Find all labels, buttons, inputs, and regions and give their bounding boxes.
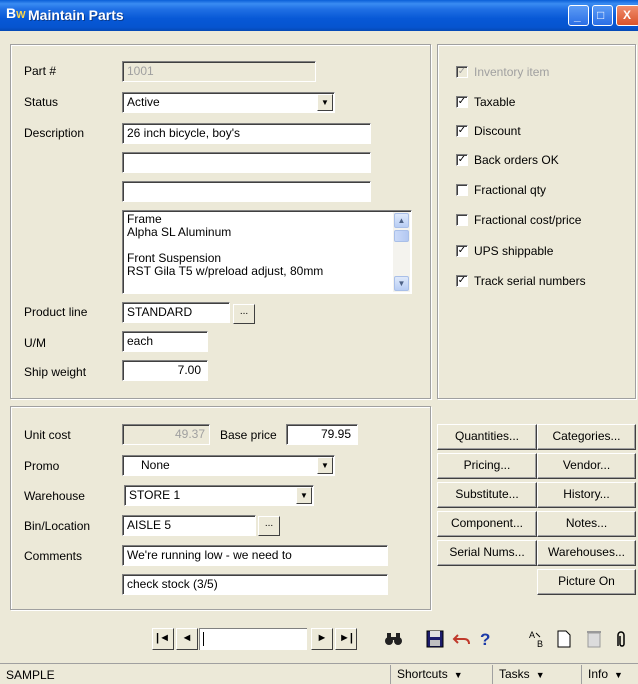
app-logo-icon: BW — [6, 5, 26, 21]
ship-weight-label: Ship weight — [24, 365, 87, 379]
base-price-label: Base price — [220, 428, 277, 442]
chevron-down-icon[interactable]: ▼ — [317, 94, 333, 111]
bin-location-label: Bin/Location — [24, 519, 91, 533]
unit-cost-label: Unit cost — [24, 428, 71, 442]
unit-cost-field: 49.37 — [122, 424, 210, 445]
next-record-button[interactable]: ► — [311, 628, 333, 650]
description-line-3[interactable] — [122, 181, 371, 202]
scroll-up-icon[interactable]: ▲ — [394, 213, 409, 228]
close-icon: X — [623, 8, 632, 22]
base-price-field[interactable]: 79.95 — [286, 424, 358, 445]
warehouse-label: Warehouse — [24, 489, 85, 503]
chevron-down-icon: ▼ — [453, 670, 463, 680]
bin-location-lookup-button[interactable]: ... — [258, 516, 280, 536]
memo-scrollbar[interactable]: ▲ ▼ — [393, 212, 410, 292]
vendor-button[interactable]: Vendor... — [537, 453, 636, 479]
check-icon[interactable]: ✓ — [456, 96, 468, 108]
component-button[interactable]: Component... — [437, 511, 537, 537]
close-button[interactable]: X — [616, 5, 638, 26]
info-menu[interactable]: Info ▼ — [581, 665, 629, 684]
status-bar: SAMPLE Shortcuts ▼ Tasks ▼ Info ▼ — [0, 663, 638, 684]
promo-label: Promo — [24, 459, 60, 473]
minimize-button[interactable]: _ — [568, 5, 589, 26]
um-label: U/M — [24, 336, 46, 350]
help-icon[interactable]: ? — [476, 629, 496, 649]
maximize-button[interactable]: □ — [592, 5, 613, 26]
company-name: SAMPLE — [6, 668, 55, 682]
description-line-1[interactable]: 26 inch bicycle, boy's — [122, 123, 371, 144]
status-label: Status — [24, 95, 59, 109]
check-icon[interactable]: ✓ — [456, 245, 468, 257]
chevron-down-icon[interactable]: ▼ — [296, 487, 312, 504]
promo-value: None — [141, 458, 170, 472]
spell-check-icon[interactable]: A B — [527, 629, 549, 649]
check-icon[interactable]: ✓ — [456, 154, 468, 166]
scroll-thumb[interactable] — [394, 230, 409, 242]
previous-record-button[interactable]: ◄ — [176, 628, 198, 650]
warehouse-select[interactable]: STORE 1 ▼ — [124, 485, 314, 506]
last-record-button[interactable]: ►| — [335, 628, 357, 650]
check-icon[interactable]: ✓ — [456, 275, 468, 287]
tasks-menu[interactable]: Tasks ▼ — [492, 665, 551, 684]
comments-label: Comments — [24, 549, 83, 563]
promo-select[interactable]: None ▼ — [122, 455, 335, 476]
serial-nums-button[interactable]: Serial Nums... — [437, 540, 537, 566]
attachment-icon[interactable] — [612, 629, 630, 649]
svg-text:A: A — [529, 630, 535, 640]
history-button[interactable]: History... — [537, 482, 636, 508]
svg-text:B: B — [537, 639, 543, 649]
ship-weight-field[interactable]: 7.00 — [122, 360, 208, 381]
description-line-2[interactable] — [122, 152, 371, 173]
memo-line: RST Gila T5 w/preload adjust, 80mm — [127, 264, 324, 278]
record-search-input[interactable] — [199, 628, 307, 650]
part-number-field[interactable]: 1001 — [122, 61, 316, 82]
description-memo[interactable]: Frame Alpha SL Aluminum Front Suspension… — [122, 210, 412, 294]
memo-line: Alpha SL Aluminum — [127, 225, 232, 239]
notes-button[interactable]: Notes... — [537, 511, 636, 537]
save-disk-icon[interactable] — [425, 629, 445, 649]
product-line-lookup-button[interactable]: ... — [233, 304, 255, 324]
scroll-down-icon[interactable]: ▼ — [394, 276, 409, 291]
maximize-icon: □ — [597, 8, 605, 22]
first-record-button[interactable]: |◄ — [152, 628, 174, 650]
categories-button[interactable]: Categories... — [537, 424, 636, 450]
chevron-down-icon: ▼ — [535, 670, 545, 680]
window-title: Maintain Parts — [28, 7, 124, 23]
check-icon: ✓ — [456, 66, 468, 78]
status-value: Active — [127, 95, 160, 109]
product-line-label: Product line — [24, 305, 88, 319]
comments-line-2[interactable]: check stock (3/5) — [122, 574, 388, 595]
warehouse-value: STORE 1 — [129, 488, 181, 502]
undo-icon[interactable] — [452, 629, 472, 649]
bin-location-field[interactable]: AISLE 5 — [122, 515, 256, 536]
find-binoculars-icon[interactable] — [383, 629, 405, 649]
quantities-button[interactable]: Quantities... — [437, 424, 537, 450]
um-field[interactable]: each — [122, 331, 208, 352]
substitute-button[interactable]: Substitute... — [437, 482, 537, 508]
delete-trash-icon[interactable] — [585, 629, 603, 649]
picture-on-button[interactable]: Picture On — [537, 569, 636, 595]
check-icon[interactable]: ✓ — [456, 125, 468, 137]
shortcuts-menu[interactable]: Shortcuts ▼ — [390, 665, 469, 684]
product-line-field[interactable]: STANDARD — [122, 302, 230, 323]
status-select[interactable]: Active ▼ — [122, 92, 335, 113]
warehouses-button[interactable]: Warehouses... — [537, 540, 636, 566]
pricing-button[interactable]: Pricing... — [437, 453, 537, 479]
chevron-down-icon: ▼ — [614, 670, 623, 680]
description-label: Description — [24, 126, 85, 140]
comments-line-1[interactable]: We're running low - we need to — [122, 545, 388, 566]
chevron-down-icon[interactable]: ▼ — [317, 457, 333, 474]
svg-text:?: ? — [480, 630, 490, 649]
new-record-icon[interactable] — [554, 629, 574, 649]
minimize-icon: _ — [574, 9, 581, 23]
title-bar: BW Maintain Parts _ □ X — [0, 0, 638, 31]
part-number-label: Part # — [24, 64, 57, 78]
